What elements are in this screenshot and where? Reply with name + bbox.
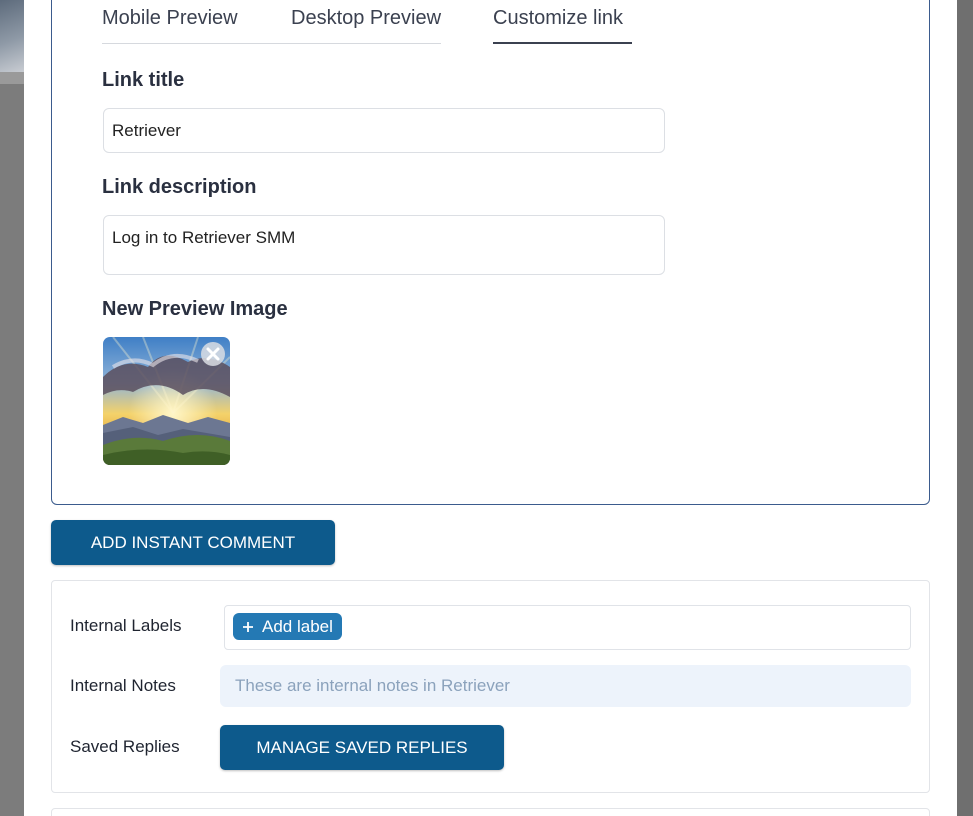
link-title-label: Link title [102, 69, 185, 91]
tab-mobile-preview[interactable]: Mobile Preview [102, 7, 238, 30]
link-description-input[interactable]: Log in to Retriever SMM [103, 215, 665, 275]
tabs-divider [102, 43, 441, 44]
active-tab-indicator [493, 42, 632, 44]
add-label-button[interactable]: Add label [233, 613, 342, 640]
background-overlay [957, 0, 973, 816]
add-label-text: Add label [262, 616, 333, 636]
preview-image-thumbnail [103, 337, 230, 465]
plus-icon [243, 621, 253, 632]
next-section-card [51, 808, 930, 816]
internal-notes-input[interactable] [220, 665, 911, 707]
add-instant-comment-button[interactable]: ADD INSTANT COMMENT [51, 520, 335, 565]
close-icon [201, 342, 225, 366]
internal-labels-field[interactable]: Add label [224, 605, 911, 650]
preview-image-label: New Preview Image [102, 298, 288, 320]
link-description-label: Link description [102, 176, 257, 198]
link-preview-card: Mobile Preview Desktop Preview Customize… [51, 0, 930, 505]
internal-labels-label: Internal Labels [70, 616, 182, 635]
tab-customize-link[interactable]: Customize link [493, 7, 623, 30]
preview-tabs: Mobile Preview Desktop Preview Customize… [102, 0, 662, 45]
remove-image-button[interactable] [200, 341, 226, 367]
post-editor-modal: Mobile Preview Desktop Preview Customize… [24, 0, 957, 816]
saved-replies-label: Saved Replies [70, 737, 180, 756]
internal-notes-label: Internal Notes [70, 676, 176, 695]
tab-desktop-preview[interactable]: Desktop Preview [291, 7, 441, 30]
background-band [0, 72, 24, 84]
manage-saved-replies-button[interactable]: MANAGE SAVED REPLIES [220, 725, 504, 770]
internal-settings-card: Internal Labels Add label Internal Notes… [51, 580, 930, 793]
background-photo [0, 0, 24, 72]
link-title-input[interactable] [103, 108, 665, 153]
